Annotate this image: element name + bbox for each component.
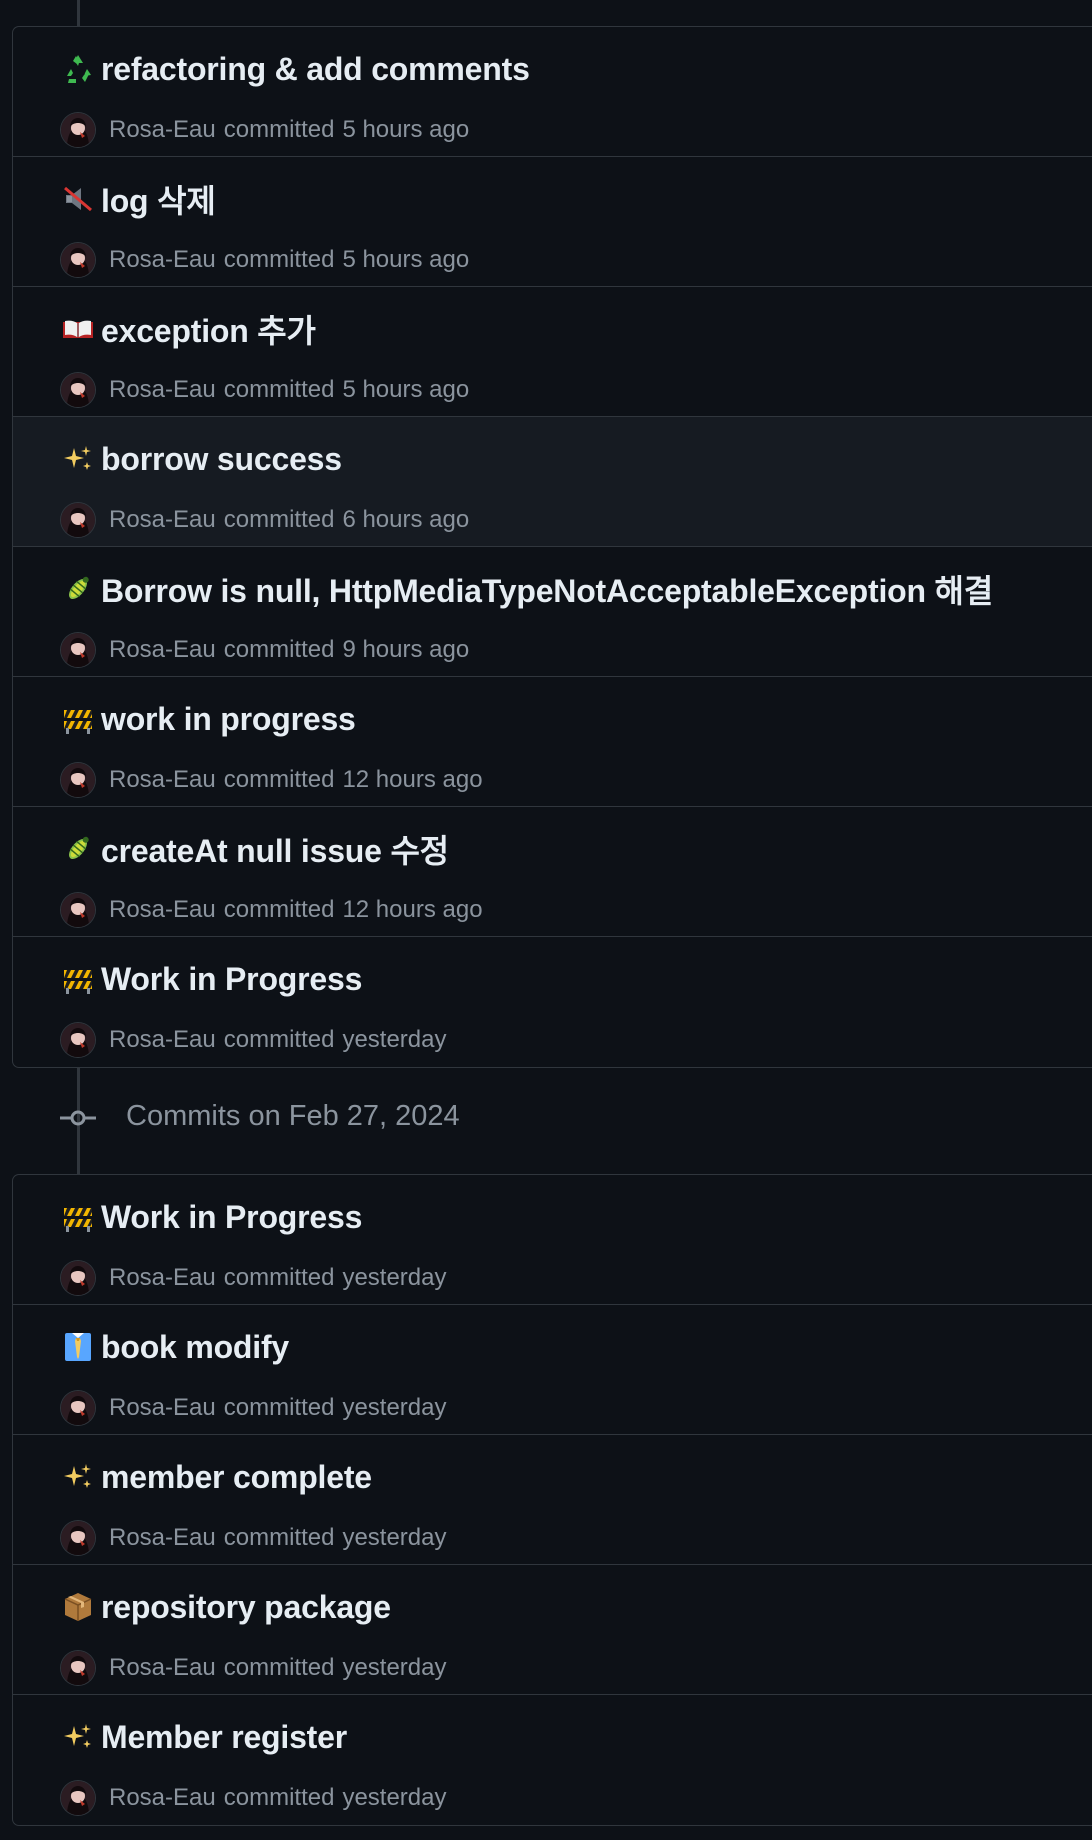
commit-action: committed [223, 246, 335, 273]
commit-message-link[interactable]: repository package [101, 1589, 391, 1626]
commit-message-link[interactable]: work in progress [101, 701, 356, 738]
commit-message-link[interactable]: Work in Progress [101, 961, 362, 998]
avatar[interactable] [61, 1023, 95, 1057]
commit-action: committed [223, 636, 335, 663]
construction-icon [61, 962, 95, 996]
commit-time: yesterday [342, 1524, 447, 1551]
commit-time: 12 hours ago [342, 896, 483, 923]
commit-message-link[interactable]: borrow success [101, 441, 342, 478]
commit-time: yesterday [342, 1264, 447, 1291]
commit-author-link[interactable]: Rosa-Eau [109, 766, 216, 794]
commit-time: 6 hours ago [342, 506, 470, 533]
commits-date-header: Commits on Feb 27, 2024 [0, 1070, 1092, 1174]
sparkles-icon [61, 1460, 95, 1494]
commit-author-link[interactable]: Rosa-Eau [109, 1026, 216, 1054]
commit-author-link[interactable]: Rosa-Eau [109, 1784, 216, 1812]
commit-message-link[interactable]: createAt null issue 수정 [101, 826, 449, 872]
commit-message-link[interactable]: log 삭제 [101, 176, 216, 222]
commit-author-link[interactable]: Rosa-Eau [109, 1524, 216, 1552]
avatar[interactable] [61, 503, 95, 537]
commit-history-page: refactoring & add comments Rosa-Eau comm… [0, 0, 1092, 1840]
bug-icon [61, 572, 95, 606]
construction-icon [61, 702, 95, 736]
avatar[interactable] [61, 373, 95, 407]
commit-row[interactable]: createAt null issue 수정 Rosa-Eau committe… [13, 807, 1092, 937]
commit-action: committed [223, 896, 335, 923]
commit-row[interactable]: Work in Progress Rosa-Eau committed yest… [13, 1175, 1092, 1305]
necktie-icon [61, 1330, 95, 1364]
commit-row[interactable]: borrow success Rosa-Eau committed 6 hour… [13, 417, 1092, 547]
sparkles-icon [61, 1720, 95, 1754]
commit-group: refactoring & add comments Rosa-Eau comm… [12, 26, 1092, 1068]
commit-action: committed [223, 506, 335, 533]
commit-row[interactable]: Work in Progress Rosa-Eau committed yest… [13, 937, 1092, 1067]
commit-action: committed [223, 766, 335, 793]
commit-action: committed [223, 1026, 335, 1053]
commit-author-link[interactable]: Rosa-Eau [109, 896, 216, 924]
avatar[interactable] [61, 243, 95, 277]
commit-author-link[interactable]: Rosa-Eau [109, 1264, 216, 1292]
timeline-connector-top [77, 0, 80, 26]
commit-author-link[interactable]: Rosa-Eau [109, 116, 216, 144]
commit-message-link[interactable]: Work in Progress [101, 1199, 362, 1236]
commit-group: Work in Progress Rosa-Eau committed yest… [12, 1174, 1092, 1826]
commit-action: committed [223, 1784, 335, 1811]
commit-action: committed [223, 1524, 335, 1551]
construction-icon [61, 1200, 95, 1234]
commit-author-link[interactable]: Rosa-Eau [109, 1654, 216, 1682]
commit-row[interactable]: refactoring & add comments Rosa-Eau comm… [13, 27, 1092, 157]
commit-row[interactable]: repository package Rosa-Eau committed ye… [13, 1565, 1092, 1695]
commit-row[interactable]: Borrow is null, HttpMediaTypeNotAcceptab… [13, 547, 1092, 677]
commit-author-link[interactable]: Rosa-Eau [109, 246, 216, 274]
avatar[interactable] [61, 1261, 95, 1295]
avatar[interactable] [61, 763, 95, 797]
avatar[interactable] [61, 633, 95, 667]
commit-time: 5 hours ago [342, 116, 470, 143]
sparkles-icon [61, 442, 95, 476]
commit-message-link[interactable]: refactoring & add comments [101, 51, 530, 88]
commit-time: 12 hours ago [342, 766, 483, 793]
commit-time: yesterday [342, 1784, 447, 1811]
avatar[interactable] [61, 893, 95, 927]
commit-author-link[interactable]: Rosa-Eau [109, 636, 216, 664]
commit-row[interactable]: book modify Rosa-Eau committed yesterday [13, 1305, 1092, 1435]
commit-action: committed [223, 1394, 335, 1421]
commit-author-link[interactable]: Rosa-Eau [109, 1394, 216, 1422]
avatar[interactable] [61, 1391, 95, 1425]
commits-date-label: Commits on Feb 27, 2024 [126, 1100, 460, 1132]
avatar[interactable] [61, 1651, 95, 1685]
commit-author-link[interactable]: Rosa-Eau [109, 376, 216, 404]
avatar[interactable] [61, 1781, 95, 1815]
commit-action: committed [223, 1264, 335, 1291]
commit-message-link[interactable]: Borrow is null, HttpMediaTypeNotAcceptab… [101, 566, 993, 612]
avatar[interactable] [61, 113, 95, 147]
commit-row[interactable]: member complete Rosa-Eau committed yeste… [13, 1435, 1092, 1565]
commit-row[interactable]: Member register Rosa-Eau committed yeste… [13, 1695, 1092, 1825]
commit-time: 5 hours ago [342, 246, 470, 273]
commit-time: yesterday [342, 1654, 447, 1681]
commit-time: 5 hours ago [342, 376, 470, 403]
commit-row[interactable]: log 삭제 Rosa-Eau committed 5 hours ago [13, 157, 1092, 287]
commit-action: committed [223, 376, 335, 403]
git-commit-icon [60, 1106, 96, 1130]
commit-time: yesterday [342, 1394, 447, 1421]
open-book-icon [61, 312, 95, 346]
commit-action: committed [223, 116, 335, 143]
avatar[interactable] [61, 1521, 95, 1555]
commit-message-link[interactable]: Member register [101, 1719, 347, 1756]
commit-message-link[interactable]: exception 추가 [101, 306, 316, 352]
commit-row[interactable]: work in progress Rosa-Eau committed 12 h… [13, 677, 1092, 807]
bug-icon [61, 832, 95, 866]
commit-message-link[interactable]: book modify [101, 1329, 289, 1366]
commit-time: yesterday [342, 1026, 447, 1053]
package-icon [61, 1590, 95, 1624]
commit-row[interactable]: exception 추가 Rosa-Eau committed 5 hours … [13, 287, 1092, 417]
mute-speaker-icon [61, 182, 95, 216]
commit-message-link[interactable]: member complete [101, 1459, 372, 1496]
commit-action: committed [223, 1654, 335, 1681]
recycle-icon [61, 52, 95, 86]
commit-time: 9 hours ago [342, 636, 470, 663]
commit-author-link[interactable]: Rosa-Eau [109, 506, 216, 534]
